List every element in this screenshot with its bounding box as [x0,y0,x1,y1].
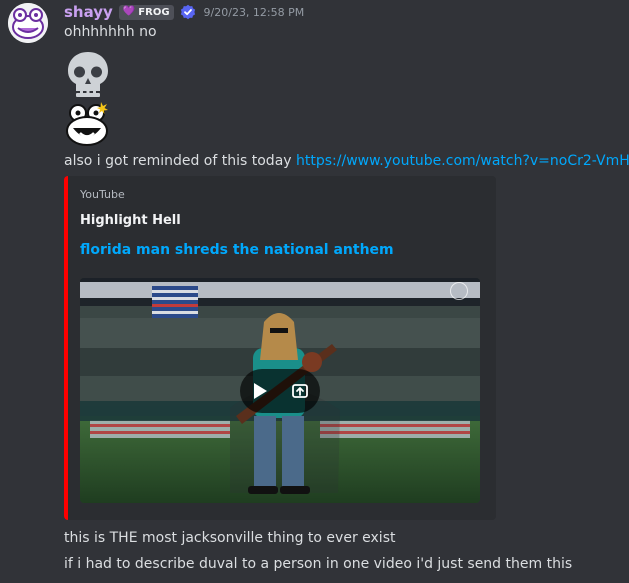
message-line-with-link: also i got reminded of this today https:… [64,153,629,169]
video-thumbnail[interactable] [80,278,480,503]
chat-message: shayy 💜 FROG 9/20/23, 12:58 PM ohhhhhhh … [0,0,629,583]
link-intro-text: also i got reminded of this today [64,153,297,169]
popout-button[interactable] [288,379,312,403]
message-line: ohhhhhhh no [64,24,157,40]
message-line: if i had to describe duval to a person i… [64,556,573,572]
server-tag-label: FROG [138,6,170,18]
heart-icon: 💜 [122,6,136,17]
embed-title[interactable]: florida man shreds the national anthem [80,242,394,258]
frog-avatar-icon [8,3,48,43]
embed-author[interactable]: Highlight Hell [80,213,181,228]
overlay-circle-icon [450,282,468,300]
youtube-embed: YouTube Highlight Hell florida man shred… [64,176,496,520]
message-timestamp: 9/20/23, 12:58 PM [203,5,305,19]
skull-emoji-icon [68,52,108,97]
frog-emoji-icon [66,102,108,146]
play-button[interactable] [248,379,272,403]
server-tag[interactable]: 💜 FROG [118,4,174,20]
message-line: this is THE most jacksonville thing to e… [64,530,396,546]
video-controls [240,369,320,413]
username[interactable]: shayy [64,3,113,21]
popout-icon [292,384,308,398]
avatar[interactable] [8,3,48,43]
message-header: shayy 💜 FROG 9/20/23, 12:58 PM [64,3,304,21]
verified-badge-icon [180,4,195,20]
play-icon [254,383,267,399]
embed-provider[interactable]: YouTube [80,188,125,201]
youtube-link[interactable]: https://www.youtube.com/watch?v=noCr2-Vm… [296,153,629,169]
